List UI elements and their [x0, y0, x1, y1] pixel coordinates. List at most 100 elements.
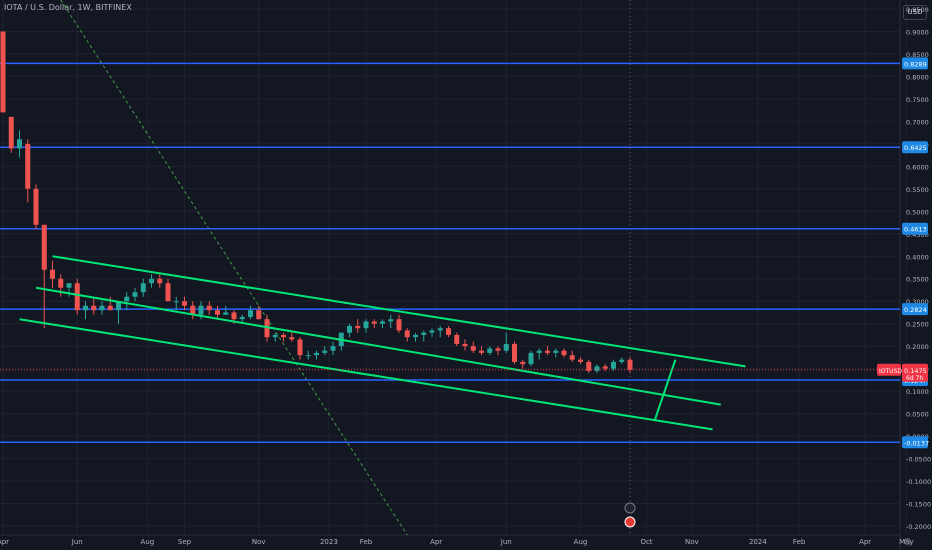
candle-body[interactable]: [495, 348, 501, 351]
candle-body[interactable]: [421, 332, 427, 335]
candle-body[interactable]: [619, 359, 625, 362]
candle-body[interactable]: [536, 350, 542, 353]
candle-body[interactable]: [371, 321, 377, 324]
candle-body[interactable]: [611, 361, 616, 369]
candle-body[interactable]: [396, 319, 402, 331]
candle-body[interactable]: [437, 328, 443, 331]
candle-body[interactable]: [454, 334, 460, 344]
candle-body[interactable]: [66, 283, 72, 288]
candle-body[interactable]: [512, 343, 517, 362]
candle-body[interactable]: [74, 283, 80, 311]
price-tick-label: 0.7000: [906, 118, 929, 126]
candle-body[interactable]: [206, 305, 212, 311]
candle-body[interactable]: [173, 301, 179, 303]
candle-body[interactable]: [347, 325, 352, 333]
candle-body[interactable]: [602, 366, 608, 369]
candle-body[interactable]: [404, 330, 410, 338]
price-tick-label: 0.5000: [906, 208, 929, 216]
candle-body[interactable]: [231, 312, 237, 320]
candle-body[interactable]: [83, 305, 88, 311]
candle-body[interactable]: [33, 188, 39, 225]
candle-body[interactable]: [289, 337, 295, 340]
candle-body[interactable]: [50, 269, 55, 279]
time-tick-label: Aug: [141, 538, 155, 546]
candle-body[interactable]: [17, 139, 22, 149]
price-tick-label: 0.7500: [906, 96, 929, 104]
candle-body[interactable]: [520, 361, 526, 365]
candle-body[interactable]: [528, 352, 534, 365]
candle-body[interactable]: [413, 334, 418, 338]
candle-body[interactable]: [446, 328, 451, 335]
candle-body[interactable]: [58, 278, 64, 288]
price-chart[interactable]: 0.95000.90000.85000.80000.75000.70000.65…: [0, 0, 932, 550]
candle-body[interactable]: [0, 31, 6, 113]
candle-body[interactable]: [503, 343, 509, 351]
candle-body[interactable]: [99, 305, 105, 311]
time-tick-label: Nov: [685, 538, 699, 546]
candle-body[interactable]: [380, 321, 385, 324]
candle-body[interactable]: [25, 143, 31, 189]
price-tick-label: -0.1000: [906, 478, 931, 486]
candle-body[interactable]: [248, 310, 253, 317]
candle-body[interactable]: [322, 350, 328, 353]
candle-body[interactable]: [8, 116, 14, 149]
flag-event-icon[interactable]: [624, 516, 636, 528]
candle-body[interactable]: [140, 283, 146, 293]
gear-icon[interactable]: ⚙: [903, 537, 912, 548]
candle-body[interactable]: [107, 305, 113, 311]
candle-body[interactable]: [182, 301, 187, 306]
candle-body[interactable]: [578, 359, 583, 362]
candle-body[interactable]: [553, 350, 559, 353]
candle-body[interactable]: [223, 312, 229, 315]
time-tick-label: Nov: [252, 538, 266, 546]
time-tick-label: Feb: [793, 538, 806, 546]
price-tick-label: -0.2000: [906, 523, 931, 531]
candle-body[interactable]: [256, 310, 262, 320]
time-tick-label: 2024: [749, 538, 767, 546]
level-price-label: 0.8289: [904, 60, 927, 68]
candle-body[interactable]: [330, 346, 336, 351]
candle-body[interactable]: [627, 359, 633, 370]
time-tick-label: 2023: [320, 538, 338, 546]
candle-body[interactable]: [157, 278, 163, 284]
chart-background: [0, 0, 932, 550]
candle-body[interactable]: [462, 343, 468, 347]
candle-body[interactable]: [470, 346, 476, 351]
candle-body[interactable]: [479, 350, 484, 353]
candle-body[interactable]: [545, 350, 550, 353]
time-tick-label: Jun: [500, 538, 512, 546]
candle-body[interactable]: [149, 278, 154, 284]
currency-button[interactable]: USD: [903, 5, 927, 20]
candle-body[interactable]: [41, 224, 47, 270]
time-tick-label: Apr: [0, 538, 9, 546]
candle-body[interactable]: [388, 319, 394, 322]
candle-body[interactable]: [487, 348, 493, 353]
candle-body[interactable]: [124, 296, 130, 302]
candle-body[interactable]: [569, 355, 575, 360]
candle-body[interactable]: [355, 325, 361, 329]
candle-body[interactable]: [165, 283, 171, 302]
time-tick-label: Feb: [360, 538, 373, 546]
price-tick-label: -0.1500: [906, 501, 931, 509]
lightning-event-icon[interactable]: [624, 502, 636, 514]
candle-body[interactable]: [363, 321, 369, 329]
time-tick-label: Sep: [178, 538, 192, 546]
candle-body[interactable]: [239, 316, 245, 320]
chart-title: IOTA / U.S. Dollar, 1W, BITFINEX: [4, 3, 132, 12]
candle-body[interactable]: [314, 352, 319, 356]
price-tick-label: 0.0500: [906, 411, 929, 419]
candle-body[interactable]: [91, 305, 97, 311]
candle-body[interactable]: [132, 292, 138, 297]
candle-body[interactable]: [198, 305, 204, 315]
candle-body[interactable]: [272, 334, 278, 338]
candle-body[interactable]: [297, 339, 303, 356]
candle-body[interactable]: [561, 350, 567, 356]
candle-body[interactable]: [215, 310, 220, 315]
candle-body[interactable]: [429, 330, 435, 333]
time-tick-label: Aug: [574, 538, 588, 546]
candle-body[interactable]: [305, 355, 311, 357]
price-tick-label: 0.2000: [906, 343, 929, 351]
time-tick-label: Oct: [640, 538, 652, 546]
level-price-label: -0.0137: [904, 439, 929, 447]
candle-body[interactable]: [281, 334, 286, 338]
